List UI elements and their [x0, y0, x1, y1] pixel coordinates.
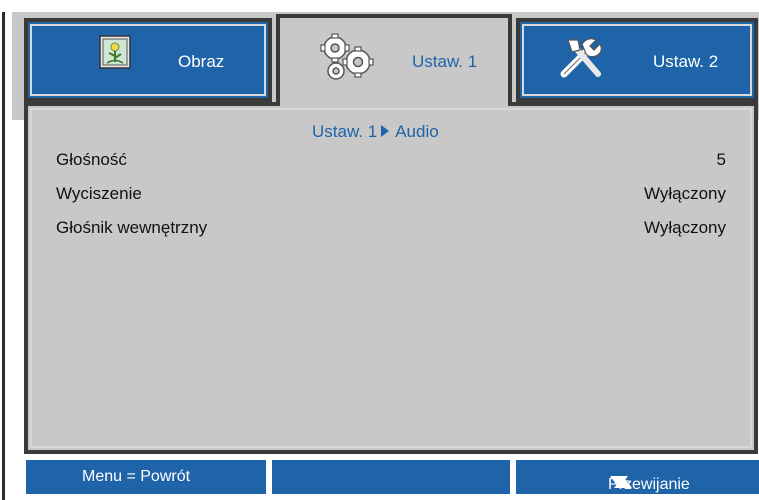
- scroll-hint: Przewijanie: [516, 460, 759, 494]
- setting-name: Wyciszenie: [56, 184, 142, 203]
- top-strip: [0, 0, 759, 12]
- tab-ustaw-1[interactable]: Ustaw. 1: [276, 14, 512, 106]
- picture-icon: [94, 34, 136, 72]
- setting-row-volume[interactable]: Głośność 5: [56, 150, 726, 174]
- tab-obraz[interactable]: Obraz: [24, 18, 272, 102]
- gears-icon: [318, 32, 376, 84]
- left-rule: [2, 12, 5, 500]
- settings-panel: Ustaw. 1 Audio Głośność 5 Wyciszenie Wyłą…: [24, 102, 758, 454]
- breadcrumb-parent: Ustaw. 1: [312, 122, 378, 141]
- setting-row-mute[interactable]: Wyciszenie Wyłączony: [56, 184, 726, 208]
- tools-icon: [556, 34, 612, 82]
- breadcrumb-child: Audio: [395, 122, 439, 141]
- setting-value: Wyłączony: [643, 184, 726, 203]
- setting-name: Głośnik wewnętrzny: [56, 218, 208, 237]
- arrow-down-icon: [610, 476, 628, 488]
- tab-label: Obraz: [178, 52, 225, 71]
- setting-name: Głośność: [56, 150, 127, 169]
- tab-label: Ustaw. 1: [412, 52, 478, 71]
- breadcrumb: Ustaw. 1 Audio: [312, 122, 439, 142]
- back-hint: Menu = Powrót: [26, 460, 266, 494]
- footer-middle: [272, 460, 510, 494]
- setting-value: Wyłączony: [643, 218, 726, 237]
- setting-value: 5: [716, 150, 726, 169]
- tab-ustaw-2[interactable]: Ustaw. 2: [516, 18, 758, 102]
- setting-row-internal-speaker[interactable]: Głośnik wewnętrzny Wyłączony: [56, 218, 726, 242]
- tab-label: Ustaw. 2: [653, 52, 719, 71]
- back-hint-label: Menu = Powrót: [82, 468, 191, 485]
- tab-inner-border: [30, 24, 266, 96]
- osd-menu: Obraz Ustaw. 1 Ustaw. 2 Ustaw. 1 Audio G…: [24, 14, 758, 454]
- footer-bar: Menu = Powrót Przewijanie: [0, 460, 759, 500]
- breadcrumb-arrow-icon: [381, 125, 390, 137]
